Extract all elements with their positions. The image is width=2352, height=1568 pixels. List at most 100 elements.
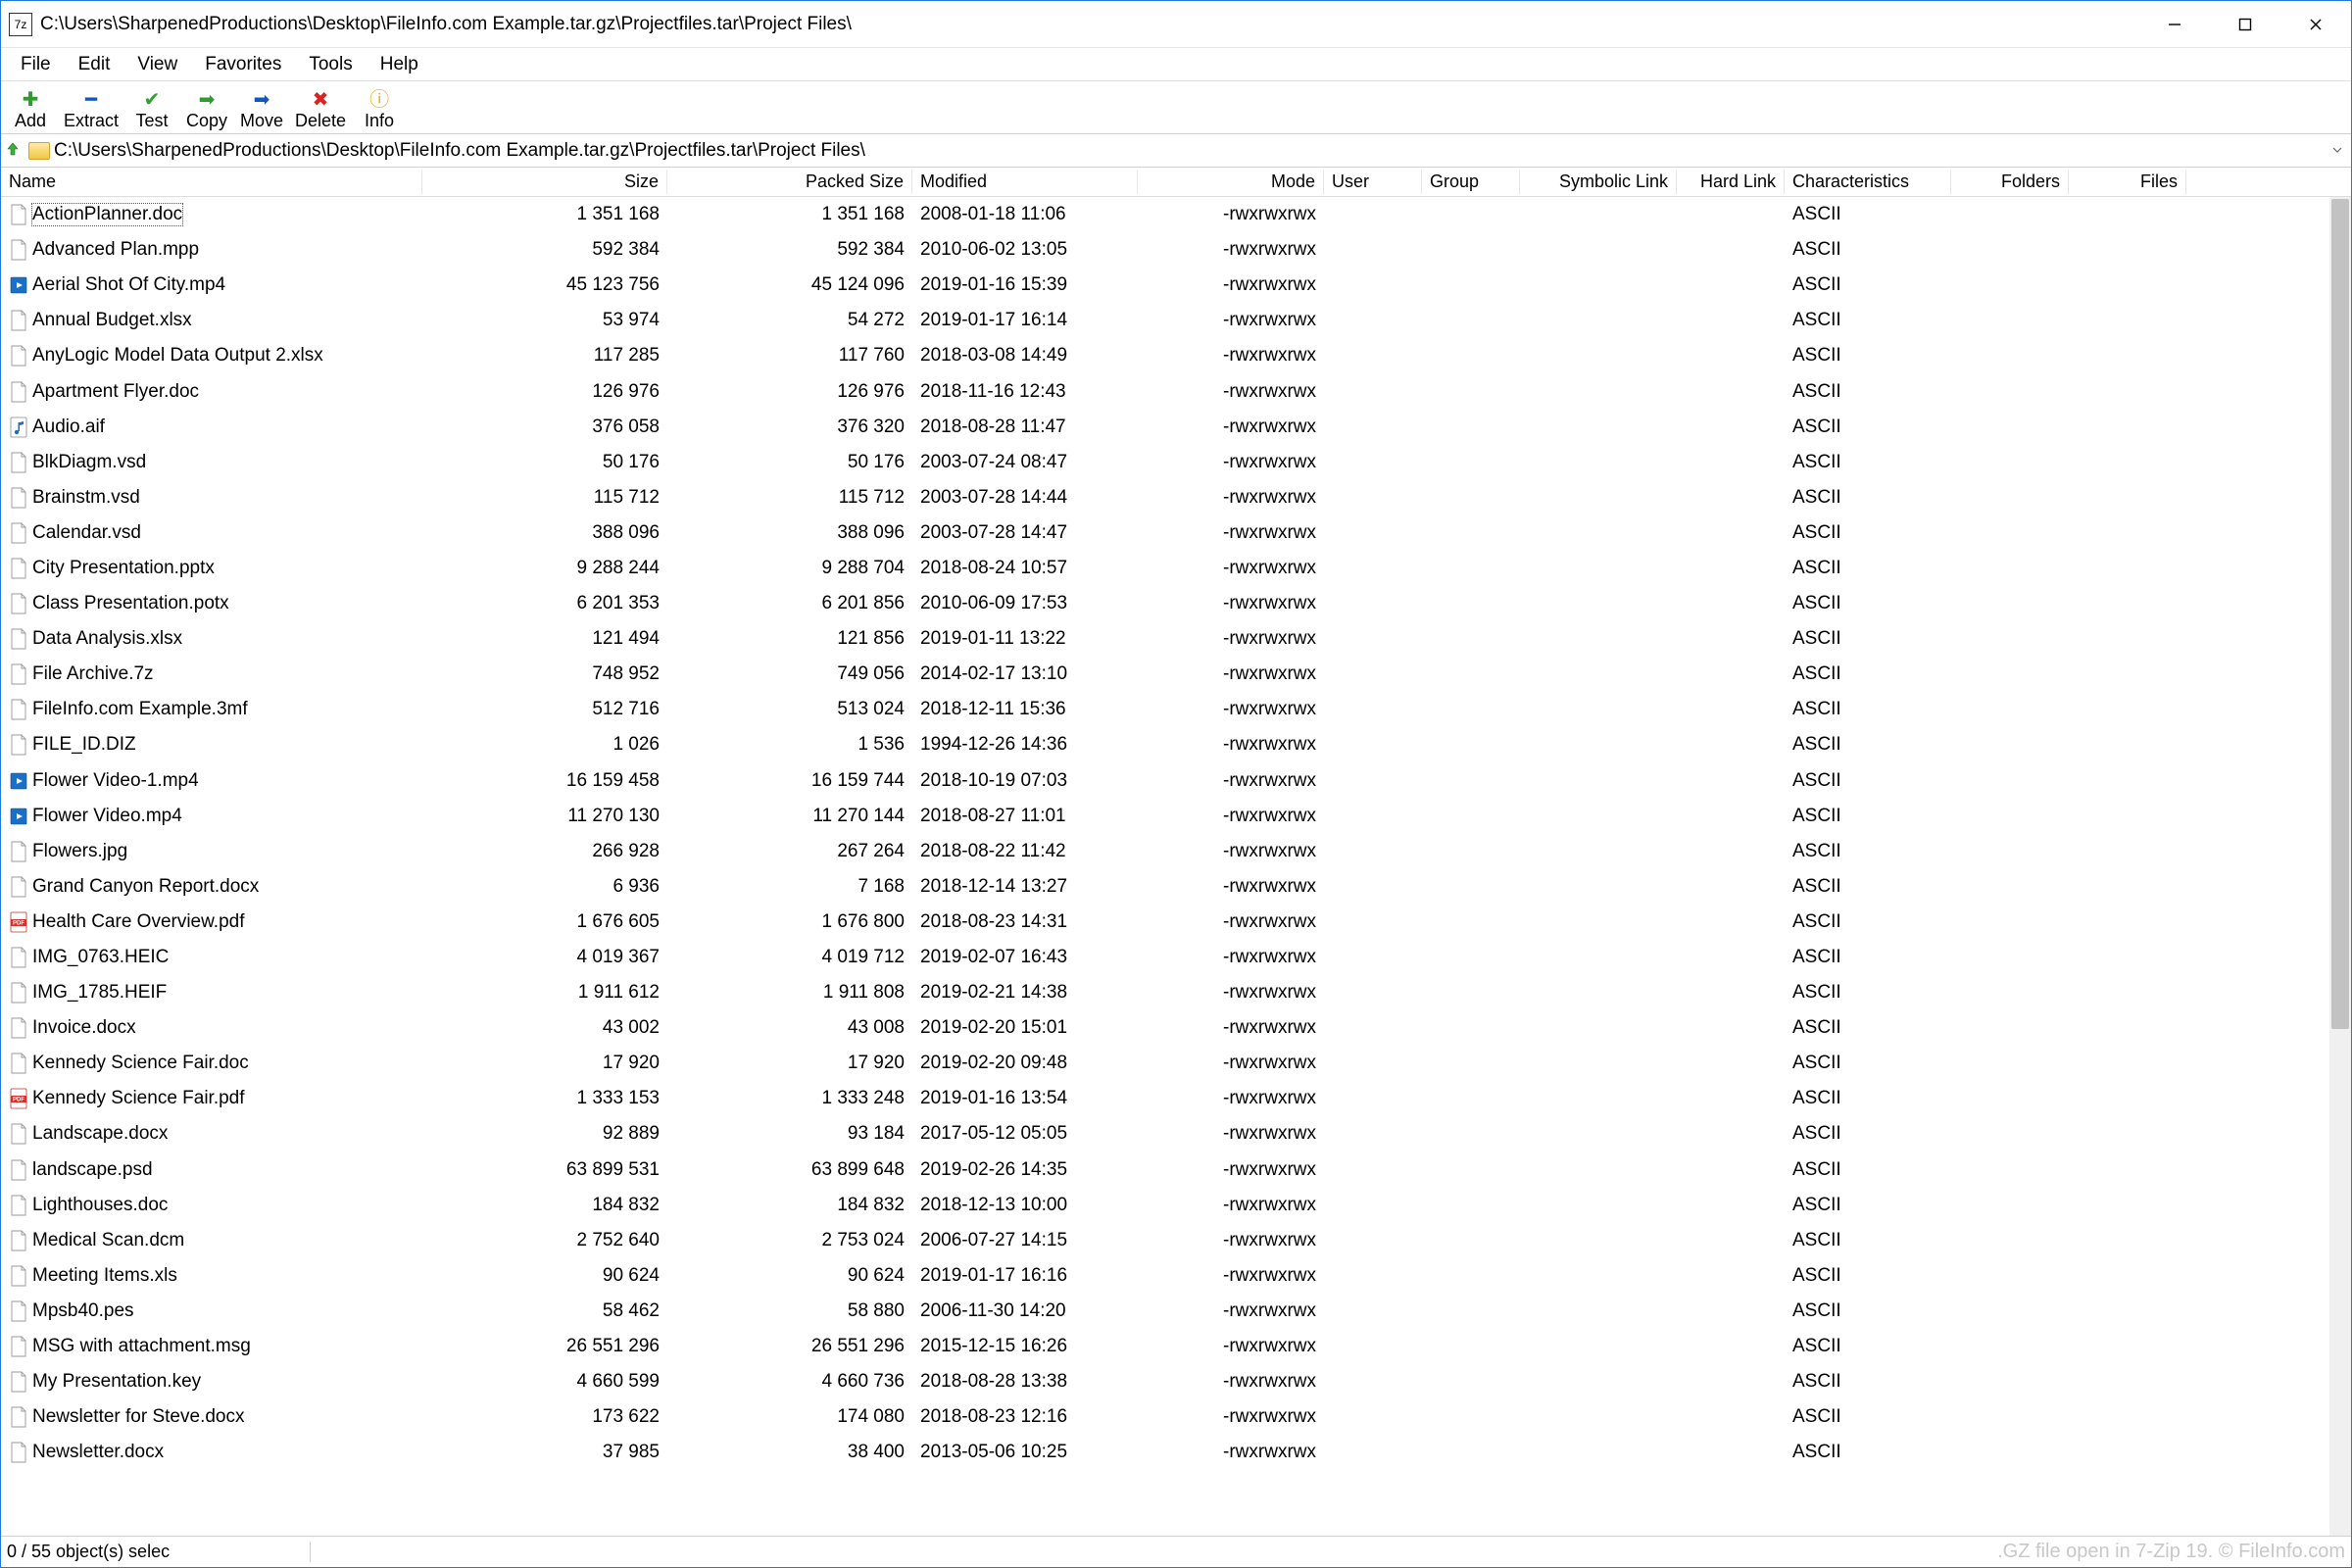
file-modified: 2018-08-22 11:42 xyxy=(912,841,1138,862)
file-row[interactable]: ActionPlanner.doc1 351 1681 351 1682008-… xyxy=(1,197,2329,232)
status-right-watermark: .GZ file open in 7-Zip 19. © FileInfo.co… xyxy=(1997,1541,2345,1563)
generic-icon xyxy=(9,1335,28,1358)
file-row[interactable]: Lighthouses.doc184 832184 8322018-12-13 … xyxy=(1,1188,2329,1223)
address-input[interactable] xyxy=(54,140,2324,162)
toolbar-label: Test xyxy=(136,111,169,131)
file-row[interactable]: Kennedy Science Fair.doc17 92017 9202019… xyxy=(1,1046,2329,1081)
file-packed-size: 11 270 144 xyxy=(667,806,912,827)
file-row[interactable]: Newsletter.docx37 98538 4002013-05-06 10… xyxy=(1,1435,2329,1470)
file-row[interactable]: FileInfo.com Example.3mf512 716513 02420… xyxy=(1,692,2329,727)
maximize-button[interactable] xyxy=(2210,1,2280,48)
file-row[interactable]: AnyLogic Model Data Output 2.xlsx117 285… xyxy=(1,338,2329,373)
file-row[interactable]: Advanced Plan.mpp592 384592 3842010-06-0… xyxy=(1,232,2329,268)
file-row[interactable]: FILE_ID.DIZ1 0261 5361994-12-26 14:36-rw… xyxy=(1,727,2329,762)
file-row[interactable]: MSG with attachment.msg26 551 29626 551 … xyxy=(1,1329,2329,1364)
file-mode: -rwxrwxrwx xyxy=(1138,699,1324,720)
file-row[interactable]: Class Presentation.potx6 201 3536 201 85… xyxy=(1,586,2329,621)
file-row[interactable]: IMG_1785.HEIF1 911 6121 911 8082019-02-2… xyxy=(1,975,2329,1010)
toolbar-add-button[interactable]: ✚Add xyxy=(3,89,58,133)
file-characteristics: ASCII xyxy=(1785,841,1951,862)
file-mode: -rwxrwxrwx xyxy=(1138,1159,1324,1181)
col-header-mode[interactable]: Mode xyxy=(1138,170,1324,194)
file-row[interactable]: Flowers.jpg266 928267 2642018-08-22 11:4… xyxy=(1,834,2329,869)
file-row[interactable]: Brainstm.vsd115 712115 7122003-07-28 14:… xyxy=(1,480,2329,515)
file-mode: -rwxrwxrwx xyxy=(1138,558,1324,579)
file-row[interactable]: PDFHealth Care Overview.pdf1 676 6051 67… xyxy=(1,905,2329,940)
file-row[interactable]: Data Analysis.xlsx121 494121 8562019-01-… xyxy=(1,621,2329,657)
file-characteristics: ASCII xyxy=(1785,1230,1951,1251)
col-header-folders[interactable]: Folders xyxy=(1951,170,2069,194)
col-header-hardlink[interactable]: Hard Link xyxy=(1677,170,1785,194)
col-header-characteristics[interactable]: Characteristics xyxy=(1785,170,1951,194)
file-row[interactable]: Medical Scan.dcm2 752 6402 753 0242006-0… xyxy=(1,1223,2329,1258)
file-row[interactable]: My Presentation.key4 660 5994 660 736201… xyxy=(1,1364,2329,1399)
file-row[interactable]: Audio.aif376 058376 3202018-08-28 11:47-… xyxy=(1,410,2329,445)
file-row[interactable]: Calendar.vsd388 096388 0962003-07-28 14:… xyxy=(1,515,2329,551)
file-row[interactable]: Grand Canyon Report.docx6 9367 1682018-1… xyxy=(1,869,2329,905)
scrollbar-thumb[interactable] xyxy=(2331,199,2349,1029)
menu-tools[interactable]: Tools xyxy=(295,50,366,79)
col-header-modified[interactable]: Modified xyxy=(912,170,1138,194)
toolbar-delete-button[interactable]: ✖Delete xyxy=(289,89,352,133)
file-packed-size: 50 176 xyxy=(667,452,912,473)
file-row[interactable]: File Archive.7z748 952749 0562014-02-17 … xyxy=(1,657,2329,692)
generic-icon xyxy=(9,521,28,545)
file-row[interactable]: Meeting Items.xls90 62490 6242019-01-17 … xyxy=(1,1258,2329,1294)
file-name: Lighthouses.doc xyxy=(32,1195,168,1216)
file-packed-size: 58 880 xyxy=(667,1300,912,1322)
file-modified: 2019-01-16 13:54 xyxy=(912,1088,1138,1109)
menu-file[interactable]: File xyxy=(7,50,65,79)
file-modified: 2019-02-20 09:48 xyxy=(912,1053,1138,1074)
col-header-symlink[interactable]: Symbolic Link xyxy=(1520,170,1677,194)
file-size: 1 026 xyxy=(422,734,667,756)
file-row[interactable]: Flower Video.mp411 270 13011 270 1442018… xyxy=(1,799,2329,834)
file-row[interactable]: BlkDiagm.vsd50 17650 1762003-07-24 08:47… xyxy=(1,445,2329,480)
generic-icon xyxy=(9,557,28,580)
address-bar xyxy=(1,134,2351,168)
col-header-group[interactable]: Group xyxy=(1422,170,1520,194)
col-header-size[interactable]: Size xyxy=(422,170,667,194)
close-button[interactable] xyxy=(2280,1,2351,48)
generic-icon xyxy=(9,981,28,1004)
menu-edit[interactable]: Edit xyxy=(65,50,124,79)
file-row[interactable]: City Presentation.pptx9 288 2449 288 704… xyxy=(1,551,2329,586)
file-row[interactable]: Mpsb40.pes58 46258 8802006-11-30 14:20-r… xyxy=(1,1294,2329,1329)
file-row[interactable]: Aerial Shot Of City.mp445 123 75645 124 … xyxy=(1,268,2329,303)
toolbar-info-button[interactable]: ⓘInfo xyxy=(352,89,407,133)
minimize-button[interactable] xyxy=(2139,1,2210,48)
col-header-files[interactable]: Files xyxy=(2069,170,2186,194)
file-characteristics: ASCII xyxy=(1785,1088,1951,1109)
toolbar-move-button[interactable]: ➡Move xyxy=(234,89,289,133)
toolbar-test-button[interactable]: ✔Test xyxy=(124,89,179,133)
file-row[interactable]: Apartment Flyer.doc126 976126 9762018-11… xyxy=(1,373,2329,409)
menu-view[interactable]: View xyxy=(123,50,191,79)
toolbar-extract-button[interactable]: ━Extract xyxy=(58,89,124,133)
file-modified: 2018-08-27 11:01 xyxy=(912,806,1138,827)
file-packed-size: 54 272 xyxy=(667,310,912,331)
file-packed-size: 121 856 xyxy=(667,628,912,650)
file-characteristics: ASCII xyxy=(1785,982,1951,1004)
toolbar-copy-button[interactable]: ➡Copy xyxy=(179,89,234,133)
menu-favorites[interactable]: Favorites xyxy=(191,50,295,79)
file-row[interactable]: Flower Video-1.mp416 159 45816 159 74420… xyxy=(1,763,2329,799)
file-row[interactable]: Annual Budget.xlsx53 97454 2722019-01-17… xyxy=(1,303,2329,338)
file-row[interactable]: PDFKennedy Science Fair.pdf1 333 1531 33… xyxy=(1,1081,2329,1116)
file-row[interactable]: Landscape.docx92 88993 1842017-05-12 05:… xyxy=(1,1116,2329,1152)
nav-up-icon[interactable] xyxy=(5,141,24,161)
col-header-packed[interactable]: Packed Size xyxy=(667,170,912,194)
file-row[interactable]: Newsletter for Steve.docx173 622174 0802… xyxy=(1,1399,2329,1435)
col-header-name[interactable]: Name xyxy=(1,170,422,194)
col-header-user[interactable]: User xyxy=(1324,170,1422,194)
file-row[interactable]: Invoice.docx43 00243 0082019-02-20 15:01… xyxy=(1,1010,2329,1046)
file-modified: 2006-11-30 14:20 xyxy=(912,1300,1138,1322)
file-row[interactable]: IMG_0763.HEIC4 019 3674 019 7122019-02-0… xyxy=(1,940,2329,975)
menu-help[interactable]: Help xyxy=(367,50,432,79)
svg-text:PDF: PDF xyxy=(13,920,24,926)
file-size: 1 333 153 xyxy=(422,1088,667,1109)
address-dropdown-icon[interactable] xyxy=(2328,140,2347,161)
file-row[interactable]: landscape.psd63 899 53163 899 6482019-02… xyxy=(1,1152,2329,1188)
file-name: Aerial Shot Of City.mp4 xyxy=(32,274,225,296)
menubar: FileEditViewFavoritesToolsHelp xyxy=(1,48,2351,81)
vertical-scrollbar[interactable] xyxy=(2329,197,2351,1536)
app-icon: 7z xyxy=(9,13,32,36)
